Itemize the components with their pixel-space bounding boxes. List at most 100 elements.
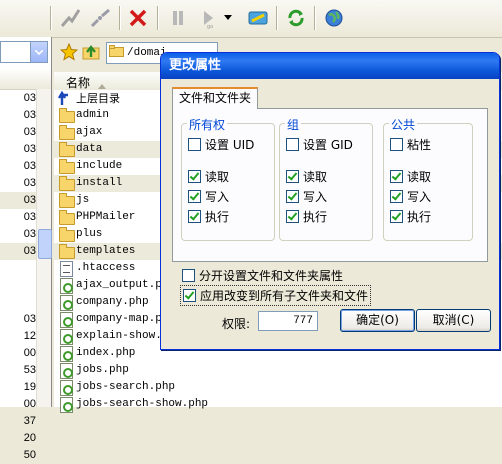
local-date-cell[interactable]: 03 (0, 311, 36, 328)
checkbox-box[interactable] (390, 210, 403, 223)
group-group: 组 设置 GID 读取 写入 执行 (279, 116, 373, 241)
owner-exec-checkbox[interactable]: 执行 (188, 210, 229, 226)
file-row[interactable]: jobs-search-show.php (54, 396, 502, 413)
sticky-checkbox[interactable]: 粘性 (390, 138, 431, 154)
owner-write-label: 写入 (205, 190, 230, 204)
local-date-cell[interactable] (0, 294, 36, 311)
dialog-body: 文件和文件夹 所有权 设置 UID 读取 写入 执行 组 设置 GID 读取 写… (164, 79, 496, 346)
connect-icon[interactable] (58, 6, 82, 30)
local-date-cell[interactable]: 12 (0, 328, 36, 345)
disconnect-icon[interactable] (88, 6, 112, 30)
php-file-icon (58, 363, 74, 379)
owner-read-checkbox[interactable]: 读取 (188, 170, 229, 186)
local-date-cell[interactable]: 03 (0, 141, 36, 158)
checkbox-box[interactable] (286, 190, 299, 203)
local-date-cell[interactable] (0, 277, 36, 294)
local-date-cell[interactable]: 53 (0, 362, 36, 379)
transfer-icon[interactable] (246, 6, 270, 30)
folder-icon (58, 227, 75, 242)
folder-icon (58, 176, 75, 191)
file-name: plus (76, 228, 103, 240)
local-date-cell[interactable]: 03 (0, 124, 36, 141)
apply-recursive-checkbox[interactable]: 应用改变到所有子文件夹和文件 (180, 285, 372, 306)
up-folder-icon[interactable] (82, 43, 100, 64)
globe-icon[interactable] (322, 6, 346, 30)
column-name-label[interactable]: 名称 (66, 74, 90, 91)
public-write-label: 写入 (407, 190, 432, 204)
folder-icon (58, 193, 75, 208)
group-read-checkbox[interactable]: 读取 (286, 170, 327, 186)
scrollbar-thumb[interactable] (38, 229, 52, 259)
local-date-cell[interactable]: 03 (0, 192, 36, 209)
local-date-cell[interactable]: 03 (0, 175, 36, 192)
file-name: index.php (76, 347, 136, 359)
local-date-cell[interactable]: 37 (0, 413, 36, 430)
local-date-cell[interactable]: 00 (0, 345, 36, 362)
sticky-label: 粘性 (407, 138, 432, 152)
file-name: ajax (76, 126, 103, 138)
local-date-cell[interactable]: 50 (0, 447, 36, 464)
local-date-cell[interactable]: 19 (0, 379, 36, 396)
checkbox-box[interactable] (286, 138, 299, 151)
local-date-cell[interactable]: 03 (0, 209, 36, 226)
cancel-button[interactable]: 取消(C) (416, 309, 491, 332)
local-date-cell[interactable]: 03 (0, 226, 36, 243)
refresh-icon[interactable] (284, 6, 308, 30)
local-scrollbar[interactable] (36, 89, 52, 407)
setuid-label: 设置 UID (205, 138, 255, 152)
file-row[interactable]: jobs-search.php (54, 379, 502, 396)
local-date-cell[interactable]: 03 (0, 90, 36, 107)
file-name: jobs.php (76, 364, 129, 376)
separate-attributes-checkbox[interactable]: 分开设置文件和文件夹属性 (182, 267, 343, 284)
public-read-checkbox[interactable]: 读取 (390, 170, 431, 186)
checkbox-box[interactable] (182, 269, 195, 282)
local-date-cell[interactable]: 03 (0, 243, 36, 260)
local-date-cell[interactable]: 03 (0, 158, 36, 175)
play-icon[interactable]: go (196, 6, 220, 30)
chevron-down-icon[interactable] (30, 42, 47, 62)
public-exec-checkbox[interactable]: 执行 (390, 210, 431, 226)
local-date-cell[interactable] (0, 260, 36, 277)
permission-label: 权限: (222, 317, 251, 331)
local-date-cell[interactable]: 00 (0, 396, 36, 413)
group-exec-checkbox[interactable]: 执行 (286, 210, 327, 226)
permission-input[interactable]: 777 (258, 311, 318, 331)
local-date-cell[interactable]: 03 (0, 107, 36, 124)
delete-icon[interactable] (126, 6, 150, 30)
file-name: data (76, 143, 103, 155)
setuid-checkbox[interactable]: 设置 UID (188, 138, 254, 154)
dialog-title[interactable]: 更改属性 (161, 53, 499, 79)
php-file-icon (58, 329, 74, 345)
toolbar-separator (50, 6, 52, 30)
separate-attributes-label: 分开设置文件和文件夹属性 (199, 269, 344, 283)
public-write-checkbox[interactable]: 写入 (390, 190, 431, 206)
play-dropdown-icon[interactable] (222, 6, 234, 30)
ok-button[interactable]: 确定(O) (340, 309, 415, 332)
checkbox-box[interactable] (188, 190, 201, 203)
group-write-checkbox[interactable]: 写入 (286, 190, 327, 206)
local-column-header[interactable] (0, 70, 51, 90)
file-name: .htaccess (76, 262, 136, 274)
toolbar-separator (276, 6, 278, 30)
checkbox-box[interactable] (188, 138, 201, 151)
checkbox-box[interactable] (286, 210, 299, 223)
tab-panel: 所有权 设置 UID 读取 写入 执行 组 设置 GID 读取 写入 执行 公共… (172, 108, 488, 262)
checkbox-box[interactable] (390, 190, 403, 203)
tab-files-and-folders[interactable]: 文件和文件夹 (172, 87, 258, 109)
checkbox-box[interactable] (188, 210, 201, 223)
local-date-cell[interactable]: 20 (0, 430, 36, 447)
file-row[interactable]: jobs.php (54, 362, 502, 379)
checkbox-box[interactable] (390, 170, 403, 183)
pause-icon[interactable] (166, 6, 190, 30)
favorite-star-icon[interactable] (59, 42, 79, 64)
owner-read-label: 读取 (205, 170, 230, 184)
setgid-checkbox[interactable]: 设置 GID (286, 138, 353, 154)
owner-write-checkbox[interactable]: 写入 (188, 190, 229, 206)
change-attributes-dialog: 更改属性 文件和文件夹 所有权 设置 UID 读取 写入 执行 组 设置 GID… (160, 52, 500, 350)
checkbox-box[interactable] (286, 170, 299, 183)
local-path-combo[interactable] (0, 41, 48, 63)
checkbox-box[interactable] (188, 170, 201, 183)
group-read-label: 读取 (303, 170, 328, 184)
checkbox-box[interactable] (183, 289, 196, 302)
checkbox-box[interactable] (390, 138, 403, 151)
